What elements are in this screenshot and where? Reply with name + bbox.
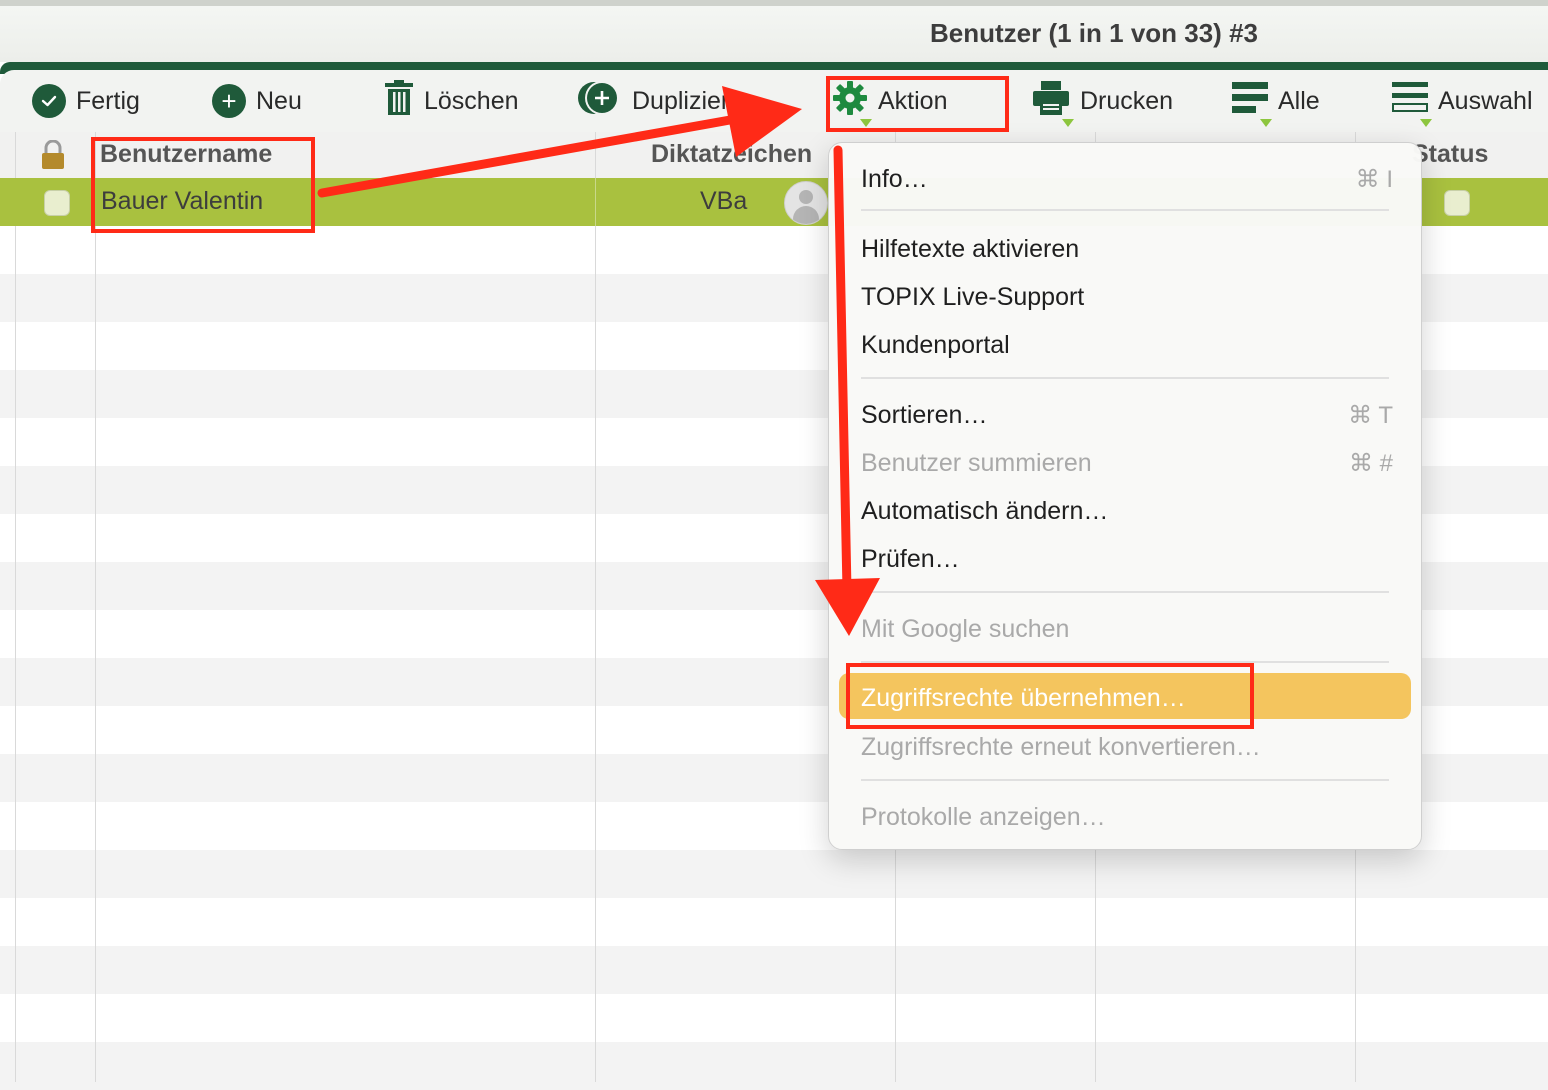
printer-icon	[1032, 80, 1074, 127]
all-button[interactable]: Alle	[1232, 81, 1320, 127]
menu-item-reconvert-access-rights: Zugriffsrechte erneut konvertieren…	[861, 733, 1261, 761]
action-menu: Info… ⌘ I Hilfetexte aktivieren TOPIX Li…	[828, 142, 1422, 850]
column-header-status[interactable]: Status	[1412, 140, 1488, 169]
action-label: Aktion	[878, 86, 948, 115]
empty-row	[0, 1042, 1548, 1090]
menu-item-info[interactable]: Info…	[861, 165, 928, 194]
action-button[interactable]: Aktion	[832, 80, 948, 127]
column-header-username[interactable]: Benutzername	[100, 140, 272, 169]
window-title: Benutzer (1 in 1 von 33) #3	[930, 18, 1258, 48]
empty-row	[0, 850, 1548, 898]
menu-separator	[861, 591, 1389, 593]
menu-shortcut-sum-users: ⌘ #	[1348, 450, 1393, 477]
empty-row	[0, 946, 1548, 994]
menu-item-google-search: Mit Google suchen	[861, 615, 1070, 643]
menu-item-check[interactable]: Prüfen…	[861, 545, 960, 574]
toolbar: Fertig + Neu Löschen Duplizieren Aktion …	[0, 70, 1548, 133]
menu-separator	[861, 779, 1389, 781]
delete-label: Löschen	[424, 86, 519, 115]
menu-shortcut-sort: ⌘ T	[1348, 402, 1393, 429]
gear-icon	[832, 80, 872, 127]
menu-separator	[861, 209, 1389, 211]
trash-icon	[384, 79, 414, 123]
menu-item-enable-help-texts[interactable]: Hilfetexte aktivieren	[861, 235, 1079, 264]
print-label: Drucken	[1080, 86, 1174, 115]
duplicate-button[interactable]: Duplizieren	[576, 80, 758, 118]
menu-item-live-support[interactable]: TOPIX Live-Support	[861, 283, 1084, 312]
menu-item-adopt-access-rights[interactable]: Zugriffsrechte übernehmen…	[861, 684, 1186, 713]
row-lock-checkbox[interactable]	[44, 190, 70, 216]
new-label: Neu	[256, 86, 302, 115]
delete-button[interactable]: Löschen	[384, 79, 519, 118]
lock-icon	[40, 139, 66, 175]
checkmark-icon	[32, 84, 66, 118]
all-label: Alle	[1278, 86, 1320, 115]
menu-item-auto-change[interactable]: Automatisch ändern…	[861, 497, 1108, 526]
menu-separator	[861, 377, 1389, 379]
menu-separator	[861, 661, 1389, 663]
cell-dictation: VBa	[700, 187, 748, 215]
menu-shortcut-info: ⌘ I	[1355, 166, 1393, 193]
duplicate-icon	[576, 80, 622, 123]
row-status-checkbox[interactable]	[1444, 190, 1470, 216]
selection-list-icon	[1392, 80, 1432, 127]
done-label: Fertig	[76, 86, 140, 115]
new-button[interactable]: + Neu	[212, 84, 302, 118]
menu-item-customer-portal[interactable]: Kundenportal	[861, 331, 1010, 360]
menu-item-show-logs: Protokolle anzeigen…	[861, 803, 1106, 831]
plus-icon: +	[212, 84, 246, 118]
column-header-dictation[interactable]: Diktatzeichen	[651, 140, 812, 169]
duplicate-label: Duplizieren	[632, 86, 758, 115]
menu-item-sum-users: Benutzer summieren	[861, 449, 1092, 477]
selection-label: Auswahl	[1438, 86, 1533, 115]
list-icon	[1232, 80, 1272, 127]
done-button[interactable]: Fertig	[32, 84, 140, 118]
window-titlebar: Benutzer (1 in 1 von 33) #3	[0, 0, 1548, 62]
menu-item-sort[interactable]: Sortieren…	[861, 401, 987, 430]
cell-username: Bauer Valentin	[101, 187, 264, 215]
selection-button[interactable]: Auswahl	[1392, 81, 1533, 127]
avatar	[784, 181, 828, 225]
print-button[interactable]: Drucken	[1032, 80, 1174, 127]
